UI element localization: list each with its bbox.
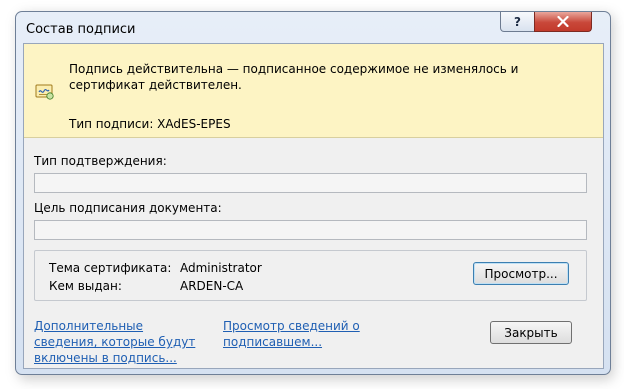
additional-info-link[interactable]: Дополнительные сведения, которые будут в… xyxy=(34,318,204,366)
status-banner: Подпись действительна — подписанное соде… xyxy=(24,44,603,138)
certificate-issuer-value: ARDEN-CA xyxy=(180,279,244,293)
signature-type: Тип подписи: XAdES-EPES xyxy=(69,117,231,131)
commitment-type-label: Тип подтверждения: xyxy=(34,154,167,168)
close-button[interactable]: Закрыть xyxy=(490,321,572,344)
signature-valid-icon xyxy=(35,84,54,100)
help-icon: ? xyxy=(514,14,521,29)
purpose-field[interactable] xyxy=(34,220,587,240)
certificate-subject-value: Administrator xyxy=(180,261,262,275)
dialog-body: Подпись действительна — подписанное соде… xyxy=(23,43,604,369)
certificate-issuer-label: Кем выдан: xyxy=(49,279,122,293)
signature-details-dialog: Состав подписи ? Подпись действительна —… xyxy=(15,11,611,375)
certificate-subject-label: Тема сертификата: xyxy=(49,261,172,275)
window-title: Состав подписи xyxy=(26,22,136,37)
signer-details-link[interactable]: Просмотр сведений о подписавшем... xyxy=(223,318,383,350)
help-button[interactable]: ? xyxy=(500,12,535,32)
status-message: Подпись действительна — подписанное соде… xyxy=(69,62,519,92)
view-certificate-button[interactable]: Просмотр... xyxy=(473,262,569,285)
window-close-button[interactable] xyxy=(534,12,592,32)
commitment-type-field[interactable] xyxy=(34,173,587,193)
purpose-label: Цель подписания документа: xyxy=(34,201,222,215)
close-icon xyxy=(557,16,569,27)
